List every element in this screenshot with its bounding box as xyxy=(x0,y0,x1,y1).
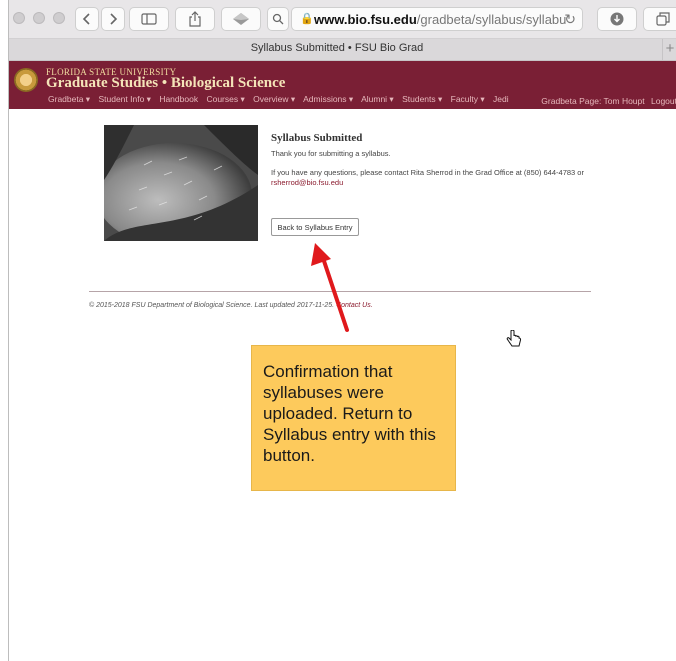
annotation-callout: Confirmation that syllabuses were upload… xyxy=(251,345,456,491)
browser-window: 🔒 www.bio.fsu.edu/gradbeta/syllabus/syll… xyxy=(8,0,676,661)
annotation-arrow xyxy=(311,243,349,332)
